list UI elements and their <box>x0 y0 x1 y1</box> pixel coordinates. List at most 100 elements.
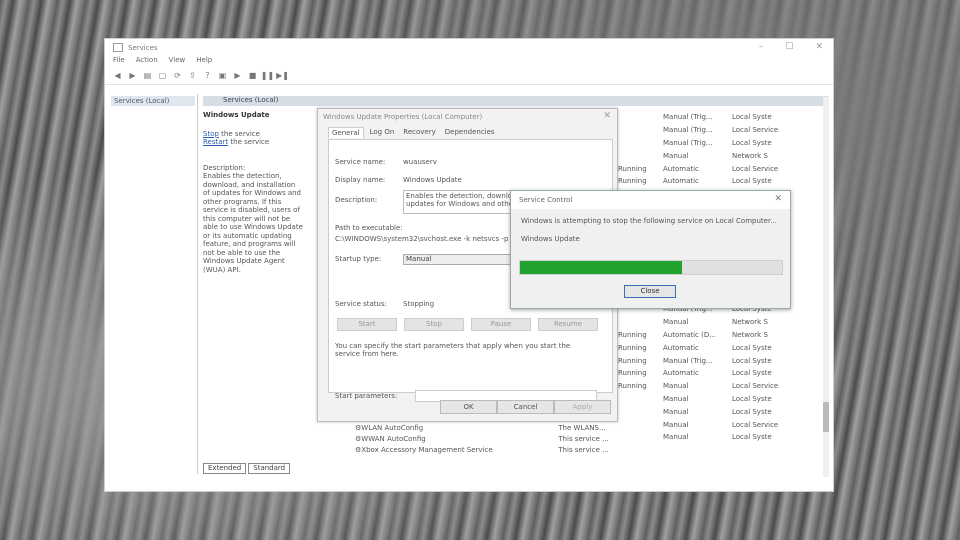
help-icon[interactable]: ? <box>203 71 212 80</box>
service-control-message: Windows is attempting to stop the follow… <box>521 217 777 225</box>
path-label: Path to executable: <box>335 224 403 232</box>
description-label: Description: <box>203 163 246 172</box>
menu-view[interactable]: View <box>169 56 186 67</box>
log-on-as-cell: Local Syste <box>732 343 772 352</box>
service-name-cell: WLAN AutoConfig <box>361 423 424 432</box>
service-status-value: Stopping <box>403 300 435 308</box>
description-field-label: Description: <box>335 196 378 204</box>
restart-service-link[interactable]: Restart <box>203 138 228 146</box>
service-description-cell: This service ... <box>558 445 609 454</box>
properties-icon[interactable]: ▢ <box>158 71 167 80</box>
log-on-as-cell: Local Syste <box>732 433 772 442</box>
table-row[interactable]: Running Manual Local Service <box>618 380 828 393</box>
stop-service-link[interactable]: Stop <box>203 130 219 138</box>
title-bar: Services <box>105 39 833 56</box>
status-cell: Running <box>618 164 647 173</box>
startup-type-cell: Manual <box>663 407 689 416</box>
log-on-as-cell: Local Service <box>732 164 779 173</box>
properties-dialog-title: Windows Update Properties (Local Compute… <box>323 113 483 121</box>
log-on-as-cell: Local Syste <box>732 177 772 186</box>
startup-type-cell: Manual <box>663 394 689 403</box>
startup-type-cell: Automatic <box>663 343 699 352</box>
startup-type-cell: Manual <box>663 420 689 429</box>
scroll-thumb[interactable] <box>823 402 829 432</box>
log-on-as-cell: Network S <box>732 151 768 160</box>
forward-icon[interactable]: ▶ <box>128 71 137 80</box>
stop-icon[interactable]: ■ <box>248 71 257 80</box>
close-button[interactable]: Close <box>624 285 676 298</box>
progress-bar <box>519 260 783 275</box>
resume-button[interactable]: Resume <box>538 318 598 331</box>
startup-type-label: Startup type: <box>335 255 382 263</box>
close-icon[interactable]: ✕ <box>774 194 782 204</box>
service-control-service-name: Windows Update <box>521 235 580 243</box>
selected-service-name: Windows Update <box>203 111 270 119</box>
play-icon[interactable]: ▶ <box>233 71 242 80</box>
close-window-button[interactable]: ✕ <box>815 42 823 52</box>
table-row[interactable]: Manual (Trig... Local Syste <box>618 111 828 124</box>
startup-type-cell: Manual (Trig... <box>663 126 713 135</box>
table-row[interactable]: Running Automatic Local Syste <box>618 341 828 354</box>
status-cell: Running <box>618 356 647 365</box>
table-row[interactable]: Manual Network S <box>618 149 828 162</box>
table-row[interactable]: Manual (Trig... Local Syste <box>618 137 828 150</box>
window-controls: – ☐ ✕ <box>759 42 823 52</box>
table-row[interactable]: Running Automatic (D... Network S <box>618 329 828 342</box>
close-icon[interactable]: ✕ <box>603 111 611 121</box>
menu-file[interactable]: File <box>113 56 125 67</box>
list-item[interactable]: ⚙ Xbox Accessory Management Service This … <box>355 444 662 455</box>
tab-recovery[interactable]: Recovery <box>400 127 438 137</box>
status-cell: Running <box>618 369 647 378</box>
startup-type-cell: Manual (Trig... <box>663 356 713 365</box>
tab-general[interactable]: General <box>328 127 364 138</box>
service-name-value: wuauserv <box>403 158 437 166</box>
console-icon[interactable]: ▣ <box>218 71 227 80</box>
services-header-title: Services (Local) <box>223 96 279 104</box>
details-icon[interactable]: ▤ <box>143 71 152 80</box>
menu-action[interactable]: Action <box>136 56 158 67</box>
startup-type-cell: Automatic <box>663 177 699 186</box>
stop-service-text: the service <box>218 129 260 138</box>
list-item[interactable]: ⚙ WLAN AutoConfig The WLANS... <box>355 422 662 433</box>
properties-tabs: General Log On Recovery Dependencies <box>318 127 617 138</box>
minimize-button[interactable]: – <box>759 42 764 52</box>
log-on-as-cell: Local Service <box>732 420 779 429</box>
pause-button[interactable]: Pause <box>471 318 531 331</box>
service-details-pane: Windows Update Stop the service Restart … <box>203 111 303 274</box>
pause-icon[interactable]: ❚❚ <box>261 71 274 80</box>
table-row[interactable]: Running Automatic Local Syste <box>618 175 828 188</box>
services-header: Services (Local) <box>203 96 829 106</box>
table-row[interactable]: Manual Network S <box>618 316 828 329</box>
cancel-button[interactable]: Cancel <box>497 400 554 414</box>
ok-button[interactable]: OK <box>440 400 497 414</box>
start-button[interactable]: Start <box>337 318 397 331</box>
tree-item-services-local[interactable]: Services (Local) <box>111 96 195 106</box>
table-row[interactable]: Running Automatic Local Syste <box>618 367 828 380</box>
restart-icon[interactable]: ▶❚ <box>276 71 289 80</box>
stop-button[interactable]: Stop <box>404 318 464 331</box>
list-item[interactable]: ⚙ WWAN AutoConfig This service ... <box>355 433 662 444</box>
tab-extended[interactable]: Extended <box>203 463 247 474</box>
log-on-as-cell: Local Syste <box>732 407 772 416</box>
startup-type-cell: Automatic <box>663 369 699 378</box>
table-row[interactable]: Running Automatic Local Service <box>618 162 828 175</box>
apply-button[interactable]: Apply <box>554 400 611 414</box>
tab-log-on[interactable]: Log On <box>367 127 398 137</box>
start-params-hint: You can specify the start parameters tha… <box>335 342 571 358</box>
log-on-as-cell: Local Syste <box>732 138 772 147</box>
tab-standard[interactable]: Standard <box>248 463 291 474</box>
export-icon[interactable]: ⇪ <box>188 71 197 80</box>
menu-help[interactable]: Help <box>196 56 212 67</box>
table-row[interactable]: Manual Local Syste <box>618 393 828 406</box>
vertical-scrollbar[interactable] <box>823 97 829 477</box>
maximize-button[interactable]: ☐ <box>785 42 793 52</box>
tab-dependencies[interactable]: Dependencies <box>442 127 498 137</box>
service-name-cell: WWAN AutoConfig <box>361 434 426 443</box>
refresh-icon[interactable]: ⟳ <box>173 71 182 80</box>
toolbar: ◀ ▶ ▤ ▢ ⟳ ⇪ ? ▣ ▶ ■ ❚❚ ▶❚ <box>105 67 833 85</box>
back-icon[interactable]: ◀ <box>113 71 122 80</box>
services-app-icon <box>113 43 123 52</box>
log-on-as-cell: Local Syste <box>732 356 772 365</box>
table-row[interactable]: Manual (Trig... Local Service <box>618 124 828 137</box>
table-row[interactable]: Running Manual (Trig... Local Syste <box>618 354 828 367</box>
